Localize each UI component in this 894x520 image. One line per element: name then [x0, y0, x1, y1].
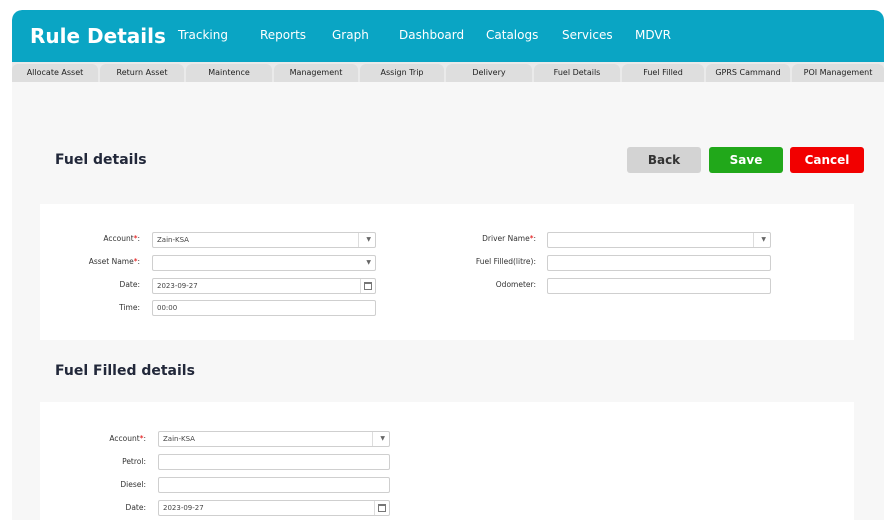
nav-catalogs[interactable]: Catalogs: [486, 28, 538, 42]
nav-dashboard[interactable]: Dashboard: [399, 28, 464, 42]
app-frame: Rule Details Tracking Reports Graph Dash…: [12, 10, 884, 520]
diesel-input[interactable]: [158, 477, 390, 493]
ff-date-label: Date:: [125, 503, 146, 512]
tab-maintence[interactable]: Maintence: [186, 64, 272, 82]
chevron-down-icon: ▼: [366, 236, 371, 243]
fuel-details-card: Account*: Zain-KSA ▼ Asset Name*: ▼ Date…: [40, 204, 854, 340]
tab-fuel-filled[interactable]: Fuel Filled: [622, 64, 704, 82]
chevron-down-icon: ▼: [761, 236, 766, 243]
tab-management[interactable]: Management: [274, 64, 358, 82]
calendar-icon[interactable]: [364, 282, 372, 290]
date-input[interactable]: 2023-09-27: [152, 278, 376, 294]
tab-fuel-details[interactable]: Fuel Details: [534, 64, 620, 82]
ff-date-input[interactable]: 2023-09-27: [158, 500, 390, 516]
odometer-input[interactable]: [547, 278, 771, 294]
driver-name-label: Driver Name*:: [482, 234, 536, 243]
diesel-label: Diesel:: [120, 480, 146, 489]
asset-name-label: Asset Name*:: [88, 257, 140, 266]
nav-tracking[interactable]: Tracking: [178, 28, 228, 42]
nav-services[interactable]: Services: [562, 28, 613, 42]
tab-poi-management[interactable]: POI Management: [792, 64, 884, 82]
petrol-label: Petrol:: [122, 457, 146, 466]
save-button[interactable]: Save: [709, 147, 783, 173]
calendar-icon[interactable]: [378, 504, 386, 512]
fuel-filled-details-title: Fuel Filled details: [55, 363, 195, 379]
page-title: Rule Details: [30, 24, 166, 48]
tab-gprs-cammand[interactable]: GPRS Cammand: [706, 64, 790, 82]
back-button[interactable]: Back: [627, 147, 701, 173]
cancel-button[interactable]: Cancel: [790, 147, 864, 173]
time-input[interactable]: 00:00: [152, 300, 376, 316]
fuel-filled-input[interactable]: [547, 255, 771, 271]
top-header: Rule Details Tracking Reports Graph Dash…: [12, 10, 884, 62]
ff-account-label: Account*:: [109, 434, 146, 443]
tab-allocate-asset[interactable]: Allocate Asset: [12, 64, 98, 82]
odometer-label: Odometer:: [495, 280, 536, 289]
fuel-filled-label: Fuel Filled(litre):: [475, 257, 536, 266]
tab-delivery[interactable]: Delivery: [446, 64, 532, 82]
fuel-filled-details-card: Account*: Zain-KSA ▼ Petrol: Diesel: Dat…: [40, 402, 854, 520]
chevron-down-icon: ▼: [380, 435, 385, 442]
tab-assign-trip[interactable]: Assign Trip: [360, 64, 444, 82]
petrol-input[interactable]: [158, 454, 390, 470]
nav-reports[interactable]: Reports: [260, 28, 306, 42]
ff-account-select[interactable]: Zain-KSA ▼: [158, 431, 390, 447]
driver-name-select[interactable]: ▼: [547, 232, 771, 248]
account-label: Account*:: [103, 234, 140, 243]
fuel-details-title: Fuel details: [55, 152, 147, 168]
account-select[interactable]: Zain-KSA ▼: [152, 232, 376, 248]
date-label: Date:: [119, 280, 140, 289]
asset-name-select[interactable]: ▼: [152, 255, 376, 271]
time-label: Time:: [119, 303, 140, 312]
sub-nav-bar: Allocate Asset Return Asset Maintence Ma…: [12, 62, 884, 82]
nav-mdvr[interactable]: MDVR: [635, 28, 671, 42]
chevron-down-icon: ▼: [366, 259, 371, 266]
tab-return-asset[interactable]: Return Asset: [100, 64, 184, 82]
nav-graph[interactable]: Graph: [332, 28, 369, 42]
